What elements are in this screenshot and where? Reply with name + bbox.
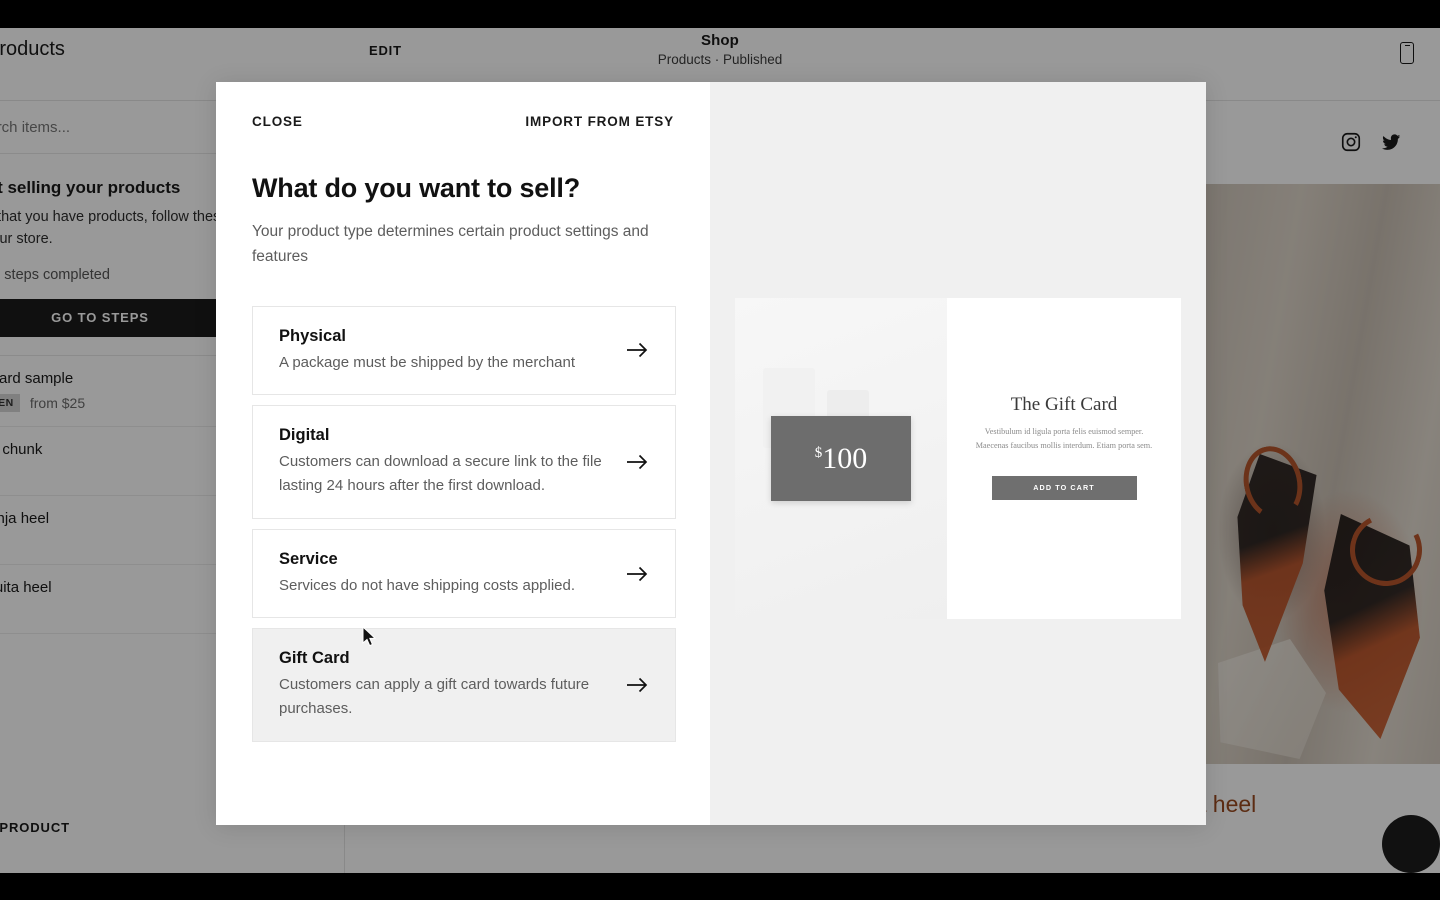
window-bottom-letterbox [0,873,1440,900]
close-button[interactable]: CLOSE [252,114,303,129]
product-price: from $25 [29,394,86,411]
gift-card-preview: $100 The Gift Card Vestibulum id ligula … [735,298,1181,619]
twitter-icon[interactable] [1380,131,1402,153]
social-links [1340,131,1402,153]
option-digital[interactable]: Digital Customers can download a secure … [252,405,676,519]
option-title: Physical [279,326,346,345]
add-product-button[interactable]: ADD PRODUCT [0,820,70,835]
gift-card-details: The Gift Card Vestibulum id ligula porta… [947,298,1181,619]
gift-card-value: 100 [822,441,868,475]
add-to-cart-button[interactable]: ADD TO CART [991,475,1137,500]
arrow-right-icon [625,676,649,694]
arrow-right-icon [625,341,649,359]
preview-product-title: The Gift Card [1010,394,1118,415]
gift-card-thumbnail: $100 [771,416,911,501]
gift-card-amount: $100 [815,441,868,475]
import-from-etsy-button[interactable]: IMPORT FROM ETSY [525,114,674,129]
window-top-letterbox [0,0,1440,28]
chat-bubble-icon[interactable] [1382,815,1440,873]
arrow-right-icon [625,453,649,471]
arrow-right-icon [625,565,649,583]
hero-product-photo [1200,184,1440,764]
option-title: Gift Card [279,649,350,668]
status-badge: HIDDEN [0,393,20,412]
shop-status: Products · Published [657,52,783,67]
option-description: Customers can apply a gift card towards … [279,676,590,718]
screen-root: Products EDIT Shop Products · Published … [0,0,1440,900]
preview-product-description: Vestibulum id ligula porta felis euismod… [975,427,1153,451]
page-title: What do you want to sell? [252,173,580,203]
option-description: A package must be shipped by the merchan… [279,353,576,371]
shop-title-group: Shop Products · Published [0,32,1440,67]
gift-card-image-area: $100 [735,298,947,619]
product-type-modal: CLOSE IMPORT FROM ETSY What do you want … [216,82,1206,825]
instagram-icon[interactable] [1340,131,1362,153]
option-description: Customers can download a secure link to … [279,453,602,494]
search-placeholder: Search items... [0,118,71,136]
product-type-options: Physical A package must be shipped by th… [252,305,676,742]
modal-left-panel: CLOSE IMPORT FROM ETSY What do you want … [216,82,710,825]
option-service[interactable]: Service Services do not have shipping co… [252,528,676,619]
modal-preview-panel: $100 The Gift Card Vestibulum id ligula … [710,82,1206,825]
option-title: Digital [279,426,330,445]
mobile-device-icon[interactable] [1400,42,1416,66]
hero-caption: Chiquita heel [1122,791,1440,818]
option-physical[interactable]: Physical A package must be shipped by th… [252,305,676,396]
shop-name: Shop [701,32,739,49]
option-gift-card[interactable]: Gift Card Customers can apply a gift car… [252,628,676,742]
option-title: Service [279,549,338,568]
go-to-steps-button[interactable]: GO TO STEPS [0,298,236,337]
option-description: Services do not have shipping costs appl… [279,576,576,594]
modal-subtitle: Your product type determines certain pro… [252,223,649,265]
mouse-cursor [362,625,378,653]
modal-toolbar: CLOSE IMPORT FROM ETSY [252,114,674,129]
